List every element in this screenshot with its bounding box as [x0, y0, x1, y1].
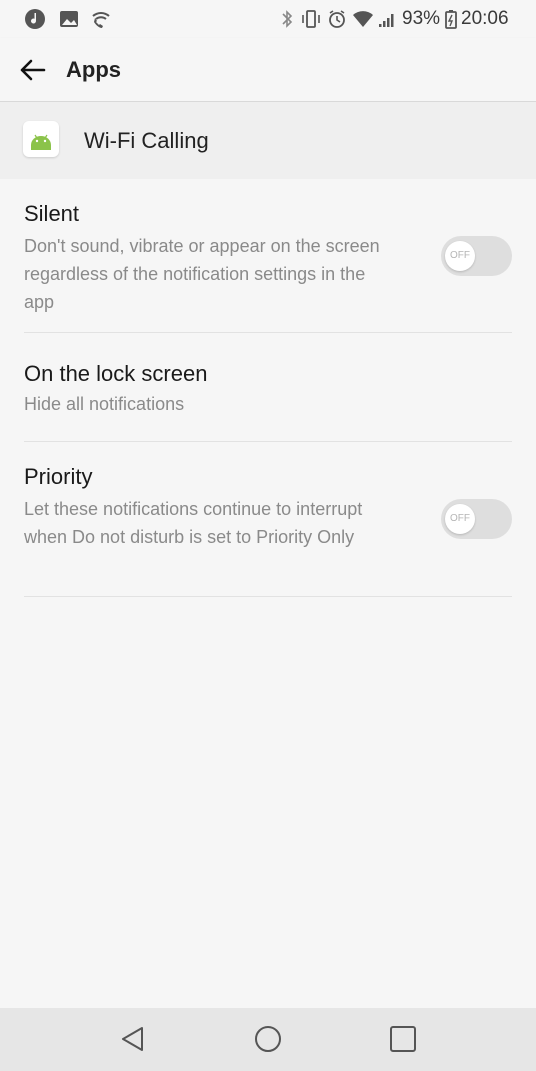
setting-description: Don't sound, vibrate or appear on the sc… [24, 236, 380, 312]
silent-toggle[interactable]: OFF [441, 236, 512, 276]
signal-icon [379, 14, 394, 27]
wifi-calling-icon [92, 12, 110, 28]
priority-toggle[interactable]: OFF [441, 499, 512, 539]
divider [24, 332, 512, 333]
setting-description: Let these notifications continue to inte… [24, 499, 363, 547]
setting-title: Silent [24, 201, 80, 226]
back-arrow-icon[interactable] [14, 52, 50, 88]
setting-lock-screen[interactable]: On the lock screen Hide all notification… [24, 360, 512, 418]
divider [24, 441, 512, 442]
setting-description: Hide all notifications [24, 394, 185, 414]
setting-silent[interactable]: Silent Don't sound, vibrate or appear on… [24, 200, 512, 316]
wifi-icon [353, 11, 373, 27]
alarm-icon [329, 10, 345, 28]
toggle-knob: OFF [445, 504, 475, 534]
setting-title: Priority [24, 464, 93, 489]
bluetooth-icon [282, 10, 293, 28]
setting-priority[interactable]: Priority Let these notifications continu… [24, 463, 512, 551]
android-icon [23, 121, 59, 157]
status-bar: 93% 20:06 [0, 0, 536, 38]
recents-square-icon[interactable] [386, 1022, 420, 1056]
toggle-knob: OFF [445, 241, 475, 271]
divider [24, 596, 512, 597]
clock-time: 20:06 [461, 8, 509, 29]
navigation-bar [0, 1008, 536, 1071]
app-name: Wi-Fi Calling [84, 128, 209, 153]
back-triangle-icon[interactable] [116, 1022, 150, 1056]
image-icon [60, 11, 78, 27]
battery-percent: 93% [402, 8, 441, 29]
app-bar: Apps [0, 38, 536, 102]
app-header: Wi-Fi Calling [0, 102, 536, 179]
page-title: Apps [66, 57, 121, 82]
setting-title: On the lock screen [24, 361, 208, 386]
battery-icon [445, 10, 457, 29]
vibrate-icon [302, 10, 320, 28]
home-circle-icon[interactable] [251, 1022, 285, 1056]
music-icon [25, 9, 45, 29]
